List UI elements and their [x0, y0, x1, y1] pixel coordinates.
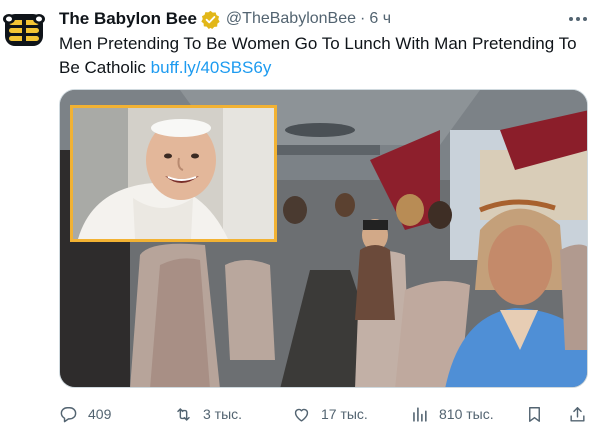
timestamp[interactable]: 6 ч: [369, 10, 391, 28]
separator-dot: ·: [360, 10, 366, 27]
tweet-header: The Babylon Bee @TheBabylonBee · 6 ч: [59, 8, 590, 30]
views-icon: [413, 406, 427, 422]
tweet-media[interactable]: [59, 89, 588, 388]
tweet-body: Men Pretending To Be Women Go To Lunch W…: [59, 34, 577, 77]
babylon-bee-logo-icon: [3, 14, 45, 46]
share-button[interactable]: [568, 400, 587, 428]
reply-button[interactable]: 409: [59, 400, 111, 428]
views-button[interactable]: 810 тыс.: [410, 400, 494, 428]
pope-photo-inset: [70, 105, 277, 242]
heart-icon: [294, 408, 309, 422]
tweet-text: Men Pretending To Be Women Go To Lunch W…: [59, 32, 594, 80]
pope-photo: [73, 108, 274, 239]
share-icon: [570, 406, 585, 422]
view-count: 810 тыс.: [439, 406, 494, 422]
reply-icon: [60, 406, 77, 422]
handle[interactable]: @TheBabylonBee: [226, 10, 356, 28]
like-count: 17 тыс.: [321, 406, 368, 422]
verified-badge-icon[interactable]: [201, 10, 220, 29]
avatar[interactable]: [2, 8, 46, 52]
tweet-link[interactable]: buff.ly/40SBS6y: [151, 58, 272, 77]
retweet-icon: [177, 407, 190, 421]
bookmark-icon: [529, 406, 540, 422]
tweet[interactable]: The Babylon Bee @TheBabylonBee · 6 ч Men…: [0, 0, 604, 435]
like-button[interactable]: 17 тыс.: [292, 400, 368, 428]
more-icon[interactable]: [566, 8, 590, 30]
bookmark-button[interactable]: [525, 400, 544, 428]
retweet-button[interactable]: 3 тыс.: [174, 400, 242, 428]
reply-count: 409: [88, 406, 112, 422]
retweet-count: 3 тыс.: [203, 406, 243, 422]
display-name[interactable]: The Babylon Bee: [59, 9, 197, 29]
action-bar: 409 3 тыс. 17 тыс. 810 тыс.: [59, 400, 594, 428]
